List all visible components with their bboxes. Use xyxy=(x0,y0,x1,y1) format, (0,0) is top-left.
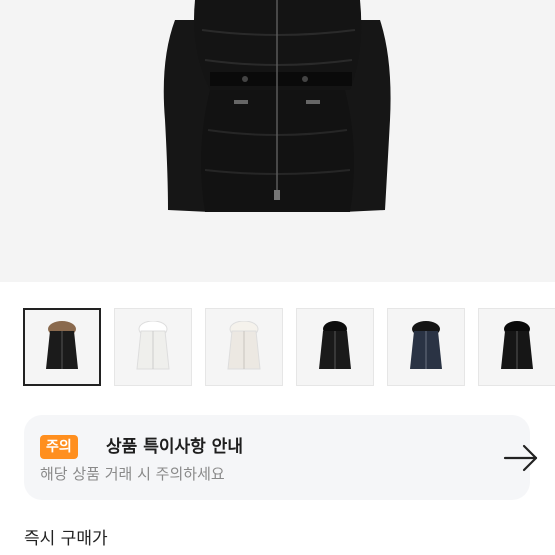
jacket-thumb-icon xyxy=(227,321,261,370)
thumbnail-6[interactable] xyxy=(478,308,555,386)
arrow-right-icon[interactable] xyxy=(502,443,540,473)
caution-badge: 주의 xyxy=(40,435,78,459)
thumbnail-5[interactable] xyxy=(387,308,465,386)
jacket-thumb-icon xyxy=(136,321,170,370)
thumbnail-4[interactable] xyxy=(296,308,374,386)
thumbnail-2[interactable] xyxy=(114,308,192,386)
jacket-thumb-icon xyxy=(501,321,533,369)
jacket-thumb-icon xyxy=(46,321,78,369)
product-notice-card[interactable]: 주의 상품 특이사항 안내 해당 상품 거래 시 주의하세요 xyxy=(24,415,538,500)
notice-subtitle: 해당 상품 거래 시 주의하세요 xyxy=(40,465,225,483)
jacket-thumb-icon xyxy=(410,321,442,369)
instant-buy-price-label: 즉시 구매가 xyxy=(24,529,108,549)
notice-title: 상품 특이사항 안내 xyxy=(106,437,243,457)
jacket-thumb-icon xyxy=(319,321,351,369)
jacket-illustration xyxy=(163,0,391,212)
thumbnail-strip xyxy=(0,308,555,390)
thumbnail-1[interactable] xyxy=(23,308,101,386)
thumbnail-3[interactable] xyxy=(205,308,283,386)
product-main-image[interactable] xyxy=(0,0,555,282)
